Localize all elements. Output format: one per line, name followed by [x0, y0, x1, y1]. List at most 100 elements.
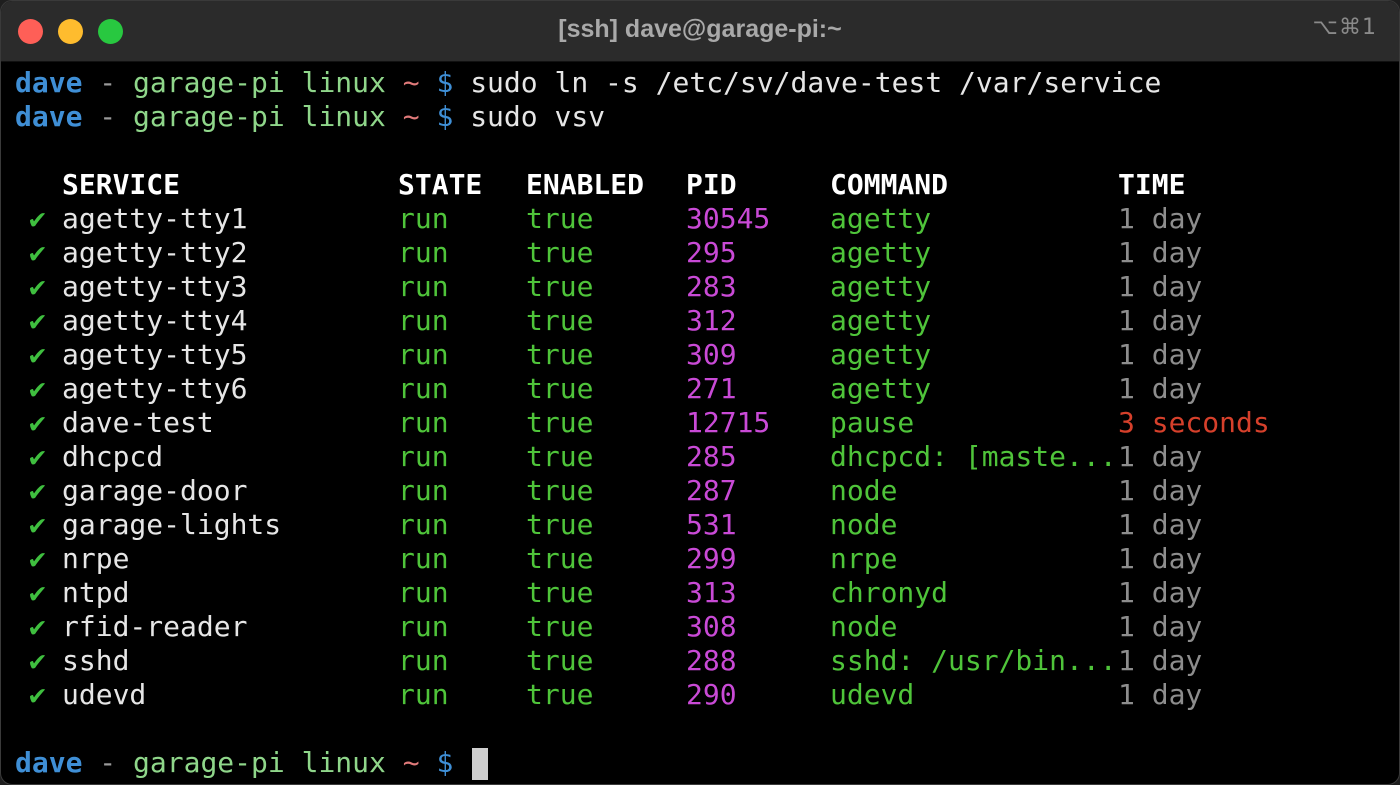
prompt-dir: linux: [301, 746, 386, 779]
service-name: nrpe: [62, 542, 130, 575]
service-pid: 288: [686, 644, 737, 677]
header-pid: PID: [686, 168, 737, 201]
status-check-icon: ✔: [29, 508, 46, 541]
service-time: 1 day: [1118, 202, 1203, 235]
service-command: node: [830, 610, 898, 643]
prompt-user: dave: [15, 66, 83, 99]
service-time: 1 day: [1118, 236, 1203, 269]
prompt-dollar: $: [436, 746, 454, 779]
service-time: 1 day: [1118, 542, 1203, 575]
service-command: node: [830, 474, 898, 507]
service-name: agetty-tty4: [62, 304, 248, 337]
service-pid: 12715: [686, 406, 771, 439]
service-time: 1 day: [1118, 508, 1203, 541]
service-name: garage-lights: [62, 508, 282, 541]
service-command: agetty: [830, 304, 932, 337]
service-enabled: true: [526, 644, 594, 677]
service-pid: 290: [686, 678, 737, 711]
service-enabled: true: [526, 236, 594, 269]
status-check-icon: ✔: [29, 644, 46, 677]
service-pid: 308: [686, 610, 737, 643]
service-state: run: [398, 372, 449, 405]
service-enabled: true: [526, 610, 594, 643]
prompt-user: dave: [15, 746, 83, 779]
service-command: pause: [830, 406, 915, 439]
service-enabled: true: [526, 372, 594, 405]
service-command: udevd: [830, 678, 915, 711]
service-enabled: true: [526, 202, 594, 235]
service-pid: 299: [686, 542, 737, 575]
status-check-icon: ✔: [29, 474, 46, 507]
status-check-icon: ✔: [29, 406, 46, 439]
service-enabled: true: [526, 508, 594, 541]
service-enabled: true: [526, 304, 594, 337]
service-state: run: [398, 644, 449, 677]
service-state: run: [398, 202, 449, 235]
prompt-host: garage-pi: [133, 66, 285, 99]
service-time: 1 day: [1118, 474, 1203, 507]
status-check-icon: ✔: [29, 338, 46, 371]
prompt-dollar: $: [436, 100, 454, 133]
service-command: node: [830, 508, 898, 541]
command-line: dave - garage-pi linux ~ $ sudo vsv: [15, 100, 605, 134]
active-prompt-line[interactable]: dave - garage-pi linux ~ $: [15, 746, 489, 780]
terminal-window: [ssh] dave@garage-pi:~ ⌥⌘1 dave - garage…: [0, 0, 1400, 785]
service-pid: 30545: [686, 202, 771, 235]
title-bar[interactable]: [ssh] dave@garage-pi:~ ⌥⌘1: [1, 1, 1399, 62]
service-pid: 283: [686, 270, 737, 303]
status-check-icon: ✔: [29, 678, 46, 711]
service-state: run: [398, 440, 449, 473]
service-time: 1 day: [1118, 644, 1203, 677]
prompt-user: dave: [15, 100, 83, 133]
service-name: garage-door: [62, 474, 248, 507]
prompt-host: garage-pi: [133, 100, 285, 133]
service-command: agetty: [830, 236, 932, 269]
status-check-icon: ✔: [29, 576, 46, 609]
service-name: sshd: [62, 644, 130, 677]
service-state: run: [398, 474, 449, 507]
service-state: run: [398, 338, 449, 371]
service-enabled: true: [526, 406, 594, 439]
service-name: agetty-tty2: [62, 236, 248, 269]
prompt-dir: linux: [301, 66, 386, 99]
window-title: [ssh] dave@garage-pi:~: [558, 15, 842, 43]
status-check-icon: ✔: [29, 236, 46, 269]
status-check-icon: ✔: [29, 372, 46, 405]
terminal-output[interactable]: dave - garage-pi linux ~ $ sudo ln -s /e…: [1, 61, 1399, 784]
service-name: dhcpcd: [62, 440, 164, 473]
prompt-separator: -: [82, 100, 134, 133]
service-command: sshd: /usr/bin...: [830, 644, 1117, 677]
service-state: run: [398, 610, 449, 643]
service-state: run: [398, 678, 449, 711]
service-name: agetty-tty3: [62, 270, 248, 303]
service-state: run: [398, 406, 449, 439]
prompt-dir: linux: [301, 100, 386, 133]
service-name: agetty-tty6: [62, 372, 248, 405]
service-pid: 313: [686, 576, 737, 609]
service-pid: 295: [686, 236, 737, 269]
service-state: run: [398, 576, 449, 609]
service-enabled: true: [526, 270, 594, 303]
service-state: run: [398, 508, 449, 541]
command-text: sudo ln -s /etc/sv/dave-test /var/servic…: [470, 66, 1162, 99]
header-time: TIME: [1118, 168, 1186, 201]
service-pid: 309: [686, 338, 737, 371]
service-name: rfid-reader: [62, 610, 248, 643]
service-name: ntpd: [62, 576, 130, 609]
header-command: COMMAND: [830, 168, 949, 201]
service-command: agetty: [830, 338, 932, 371]
service-name: agetty-tty1: [62, 202, 248, 235]
service-time: 1 day: [1118, 440, 1203, 473]
prompt-separator: -: [82, 746, 134, 779]
service-enabled: true: [526, 474, 594, 507]
service-time: 1 day: [1118, 576, 1203, 609]
text-cursor[interactable]: [472, 748, 489, 780]
command-line: dave - garage-pi linux ~ $ sudo ln -s /e…: [15, 66, 1161, 100]
service-time: 1 day: [1118, 678, 1203, 711]
service-time: 1 day: [1118, 610, 1203, 643]
service-state: run: [398, 270, 449, 303]
prompt-tilde: ~: [402, 66, 420, 99]
status-check-icon: ✔: [29, 202, 46, 235]
service-command: chronyd: [830, 576, 949, 609]
service-enabled: true: [526, 338, 594, 371]
